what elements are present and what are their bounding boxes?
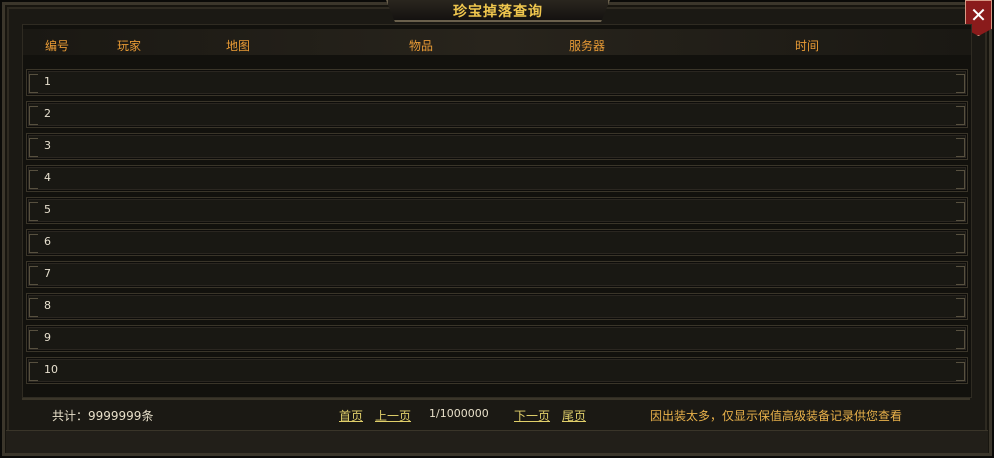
row-number: 7	[44, 267, 51, 280]
row-number: 8	[44, 299, 51, 312]
table-row: 10	[26, 357, 968, 384]
next-page-link[interactable]: 下一页	[514, 407, 550, 424]
bottom-frame-band	[6, 430, 988, 453]
table-row: 1	[26, 69, 968, 96]
last-page-link[interactable]: 尾页	[562, 407, 586, 424]
table-row: 7	[26, 261, 968, 288]
pagination-footer: 共计：9999999条 首页 上一页 1/1000000 下一页 尾页 因出装太…	[22, 404, 970, 426]
table-row: 9	[26, 325, 968, 352]
header-server: 服务器	[569, 39, 606, 53]
row-number: 6	[44, 235, 51, 248]
header-player: 玩家	[117, 39, 142, 53]
total-count: 共计：9999999条	[52, 409, 154, 423]
table-row: 5	[26, 197, 968, 224]
table-row: 4	[26, 165, 968, 192]
first-page-link[interactable]: 首页	[339, 407, 363, 424]
page-indicator: 1/1000000	[429, 407, 489, 420]
row-number: 10	[44, 363, 58, 376]
header-map: 地图	[226, 39, 251, 53]
prev-page-link[interactable]: 上一页	[375, 407, 411, 424]
footer-divider	[22, 398, 970, 400]
row-number: 9	[44, 331, 51, 344]
title-bar: 珍宝掉落查询	[386, 0, 610, 22]
row-number: 2	[44, 107, 51, 120]
table-row: 2	[26, 101, 968, 128]
row-number: 5	[44, 203, 51, 216]
table-header: 编号 玩家 地图 物品 服务器 时间	[23, 29, 971, 55]
row-number: 1	[44, 75, 51, 88]
table-panel: 编号 玩家 地图 物品 服务器 时间 1 2 3 4 5 6 7 8 9 10	[22, 24, 972, 398]
row-number: 3	[44, 139, 51, 152]
row-number: 4	[44, 171, 51, 184]
table-rows: 1 2 3 4 5 6 7 8 9 10	[26, 69, 968, 389]
window-title: 珍宝掉落查询	[453, 4, 543, 20]
header-id: 编号	[45, 39, 70, 53]
header-item: 物品	[409, 39, 434, 53]
table-row: 8	[26, 293, 968, 320]
table-row: 3	[26, 133, 968, 160]
header-time: 时间	[795, 39, 820, 53]
notice-text: 因出装太多，仅显示保值高级装备记录供您查看	[650, 409, 903, 423]
table-row: 6	[26, 229, 968, 256]
